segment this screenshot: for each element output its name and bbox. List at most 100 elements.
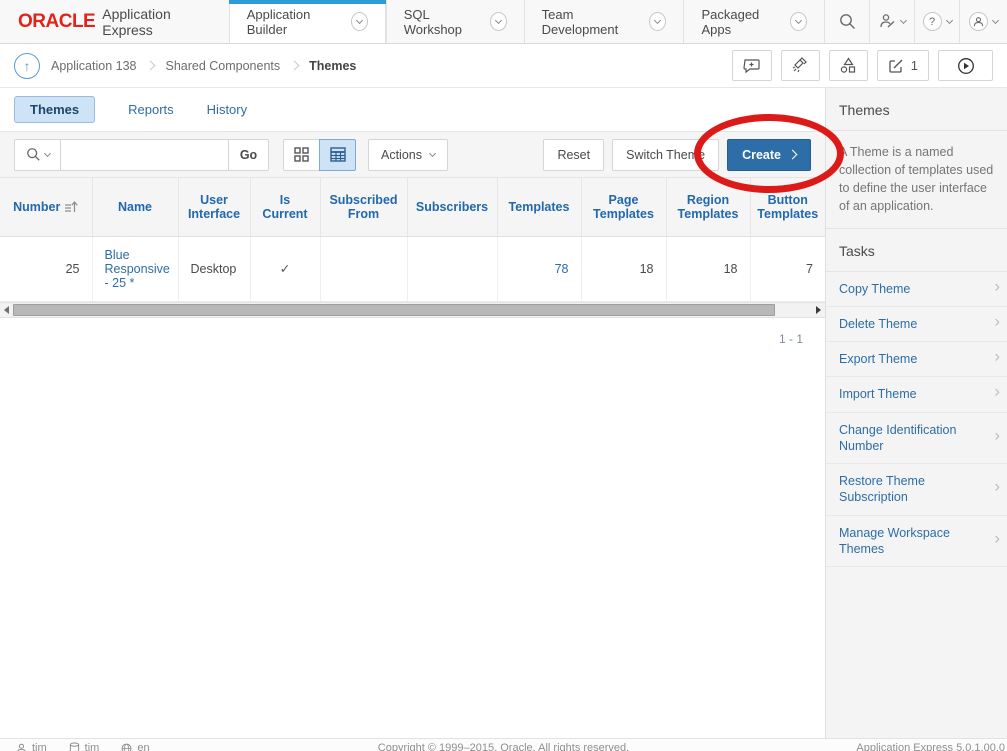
task-delete-theme[interactable]: Delete Theme› bbox=[826, 307, 1007, 342]
task-manage-workspace-themes[interactable]: Manage Workspace Themes› bbox=[826, 516, 1007, 568]
breadcrumb-separator-icon bbox=[290, 61, 300, 71]
globe-icon bbox=[121, 743, 132, 751]
footer-language: en bbox=[121, 742, 149, 751]
task-export-theme[interactable]: Export Theme› bbox=[826, 342, 1007, 377]
chevron-right-icon: › bbox=[994, 424, 1000, 446]
breadcrumb-separator-icon bbox=[146, 61, 156, 71]
user-icon bbox=[16, 743, 27, 751]
chevron-down-icon[interactable] bbox=[490, 12, 507, 31]
horizontal-scrollbar[interactable] bbox=[0, 302, 825, 318]
tasks-title: Tasks bbox=[826, 229, 1007, 272]
product-name: Application Express bbox=[102, 6, 203, 38]
scroll-right-arrow-icon[interactable] bbox=[816, 306, 821, 314]
page-toolbar: 1 bbox=[732, 50, 993, 81]
task-change-identification-number[interactable]: Change Identification Number› bbox=[826, 413, 1007, 465]
right-sidebar: Themes A Theme is a named collection of … bbox=[825, 88, 1007, 738]
chevron-down-icon bbox=[945, 17, 952, 24]
column-header-name[interactable]: Name bbox=[92, 178, 178, 236]
footer-session-info: tim tim en bbox=[16, 742, 150, 751]
breadcrumb-application[interactable]: Application 138 bbox=[51, 59, 136, 73]
task-copy-theme[interactable]: Copy Theme› bbox=[826, 272, 1007, 307]
cell-name: Blue Responsive - 25 * bbox=[92, 236, 178, 301]
nav-tab-sql-workshop[interactable]: SQL Workshop bbox=[386, 0, 524, 43]
shared-components-icon-button[interactable] bbox=[829, 50, 868, 81]
footer-copyright: Copyright © 1999–2015, Oracle. All right… bbox=[378, 742, 629, 751]
nav-tab-packaged-apps[interactable]: Packaged Apps bbox=[683, 0, 824, 43]
column-header-is-current[interactable]: Is Current bbox=[250, 178, 320, 236]
footer-schema: tim bbox=[69, 742, 100, 751]
interactive-report-toolbar: Go Actions Reset Switch Theme Create bbox=[0, 131, 825, 178]
themes-report-table: Number Name User Interface Is Current Su… bbox=[0, 178, 825, 302]
search-input[interactable] bbox=[61, 139, 229, 171]
pagination-label: 1 - 1 bbox=[0, 318, 825, 346]
switch-theme-button[interactable]: Switch Theme bbox=[612, 139, 719, 171]
chevron-down-icon bbox=[899, 17, 906, 24]
help-icon[interactable]: ? bbox=[914, 0, 959, 43]
chevron-right-icon: › bbox=[994, 275, 1000, 297]
feedback-button[interactable] bbox=[732, 50, 772, 81]
edit-page-button[interactable]: 1 bbox=[877, 50, 929, 81]
create-label: Create bbox=[742, 148, 781, 162]
column-header-number[interactable]: Number bbox=[0, 178, 92, 236]
administration-icon[interactable] bbox=[869, 0, 914, 43]
apex-themes-page: ORACLE Application Express Application B… bbox=[0, 0, 1007, 751]
chevron-right-icon: › bbox=[994, 346, 1000, 368]
nav-tab-application-builder[interactable]: Application Builder bbox=[229, 0, 386, 43]
search-column-selector[interactable] bbox=[14, 139, 61, 171]
column-header-button-templates[interactable]: Button Templates bbox=[750, 178, 825, 236]
theme-name-link[interactable]: Blue Responsive - 25 * bbox=[105, 248, 170, 290]
view-toggle-group bbox=[283, 139, 356, 171]
chevron-down-icon bbox=[992, 17, 999, 24]
nav-tab-label: SQL Workshop bbox=[404, 7, 481, 37]
breadcrumb-shared-components[interactable]: Shared Components bbox=[165, 59, 280, 73]
chevron-right-icon: › bbox=[994, 381, 1000, 403]
scrollbar-thumb[interactable] bbox=[13, 304, 775, 316]
oracle-brand: ORACLE bbox=[18, 11, 95, 33]
run-application-button[interactable] bbox=[938, 50, 993, 81]
task-import-theme[interactable]: Import Theme› bbox=[826, 377, 1007, 412]
column-header-region-templates[interactable]: Region Templates bbox=[666, 178, 750, 236]
edit-page-number: 1 bbox=[911, 58, 918, 73]
nav-tab-label: Team Development bbox=[542, 7, 641, 37]
cell-region-templates: 18 bbox=[666, 236, 750, 301]
actions-label: Actions bbox=[381, 148, 422, 162]
chevron-down-icon[interactable] bbox=[790, 12, 807, 31]
nav-tab-label: Packaged Apps bbox=[701, 7, 781, 37]
table-view-icon bbox=[330, 147, 346, 162]
cell-subscribed-from bbox=[320, 236, 407, 301]
chevron-down-icon[interactable] bbox=[649, 12, 666, 31]
database-icon bbox=[69, 742, 80, 751]
actions-menu-button[interactable]: Actions bbox=[368, 139, 448, 171]
scroll-left-arrow-icon[interactable] bbox=[4, 306, 9, 314]
chevron-down-icon bbox=[43, 150, 50, 157]
search-icon[interactable] bbox=[824, 0, 869, 43]
task-restore-theme-subscription[interactable]: Restore Theme Subscription› bbox=[826, 464, 1007, 516]
column-header-subscribed-from[interactable]: Subscribed From bbox=[320, 178, 407, 236]
column-header-subscribers[interactable]: Subscribers bbox=[407, 178, 497, 236]
tab-themes[interactable]: Themes bbox=[14, 96, 95, 123]
tab-reports[interactable]: Reports bbox=[128, 102, 174, 117]
grid-view-icon bbox=[294, 147, 309, 162]
reset-button[interactable]: Reset bbox=[543, 139, 604, 171]
tab-history[interactable]: History bbox=[207, 102, 247, 117]
chevron-down-icon[interactable] bbox=[351, 12, 368, 31]
cell-button-templates: 7 bbox=[750, 236, 825, 301]
column-header-page-templates[interactable]: Page Templates bbox=[581, 178, 666, 236]
oracle-logo: ORACLE Application Express bbox=[0, 0, 229, 43]
templates-count-link[interactable]: 78 bbox=[555, 262, 569, 276]
table-header-row: Number Name User Interface Is Current Su… bbox=[0, 178, 825, 236]
column-header-user-interface[interactable]: User Interface bbox=[178, 178, 250, 236]
column-header-templates[interactable]: Templates bbox=[497, 178, 581, 236]
spotlight-icon-button[interactable] bbox=[781, 50, 820, 81]
go-button[interactable]: Go bbox=[228, 139, 269, 171]
report-view-button[interactable] bbox=[319, 139, 356, 171]
region-tabs: Themes Reports History bbox=[0, 88, 825, 131]
nav-tab-team-development[interactable]: Team Development bbox=[524, 0, 684, 43]
up-arrow-icon[interactable]: ↑ bbox=[14, 53, 40, 79]
footer-user: tim bbox=[16, 742, 47, 751]
create-button[interactable]: Create bbox=[727, 139, 811, 171]
breadcrumb-themes: Themes bbox=[309, 59, 356, 73]
user-account-icon[interactable] bbox=[959, 0, 1007, 43]
cell-number: 25 bbox=[0, 236, 92, 301]
icon-view-button[interactable] bbox=[283, 139, 320, 171]
